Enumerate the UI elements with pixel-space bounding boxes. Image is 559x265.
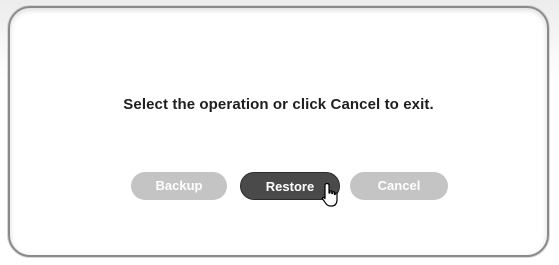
screen-background: Select the operation or click Cancel to … [0,0,559,265]
operation-dialog: Select the operation or click Cancel to … [8,6,549,257]
hand-pointer-icon [321,182,338,207]
dialog-button-row: Backup Restore Cancel [10,172,547,202]
cancel-button[interactable]: Cancel [350,172,448,200]
dialog-message: Select the operation or click Cancel to … [123,96,434,113]
backup-button[interactable]: Backup [131,172,227,200]
